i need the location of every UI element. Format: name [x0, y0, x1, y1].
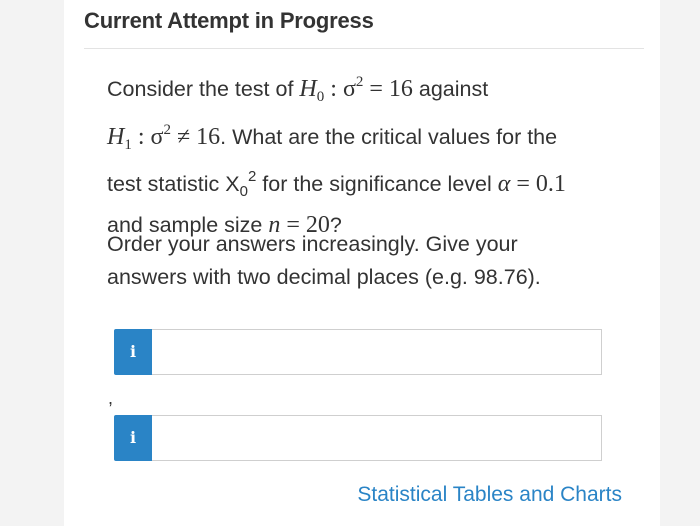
math-equals-value: = 16 [363, 76, 413, 102]
question-text-fragment: Consider the test of [107, 77, 300, 101]
math-subscript: 1 [124, 136, 132, 153]
question-line-3: test statistic X02 for the significance … [107, 161, 627, 209]
instructions-line-2: answers with two decimal places (e.g. 98… [107, 264, 541, 289]
question-text-fragment: test statistic [107, 172, 226, 196]
math-alpha-value: = 0.1 [510, 171, 566, 197]
question-line-1: Consider the test of H0 : σ2 = 16 agains… [107, 66, 627, 114]
math-alpha: α [497, 171, 511, 197]
math-h0: H [299, 76, 317, 102]
instructions-text: Order your answers increasingly. Give yo… [107, 228, 627, 293]
info-icon[interactable]: i [114, 415, 152, 461]
answer-row-2: i [114, 415, 604, 461]
math-h1: H [107, 123, 125, 150]
answer-row-1: i [114, 329, 604, 375]
math-sigma: σ [342, 76, 356, 102]
math-sigma: σ [150, 123, 164, 150]
question-text-fragment: against [412, 77, 489, 101]
math-colon: : [131, 123, 151, 150]
question-line-2: H1 : σ2 ≠ 16. What are the critical valu… [107, 114, 627, 162]
question-card: Current Attempt in Progress Consider the… [64, 0, 660, 526]
math-not-equal-value: ≠ 16 [170, 123, 221, 150]
question-text: Consider the test of H0 : σ2 = 16 agains… [107, 66, 627, 241]
answer-input-1[interactable] [152, 329, 602, 375]
instructions-line-1: Order your answers increasingly. Give yo… [107, 232, 518, 256]
divider [84, 48, 644, 49]
question-text-fragment: for the significance level [256, 172, 498, 196]
page-title: Current Attempt in Progress [84, 8, 374, 33]
math-subscript: 0 [239, 183, 248, 200]
answer-input-2[interactable] [152, 415, 602, 461]
statistical-tables-link[interactable]: Statistical Tables and Charts [357, 483, 622, 507]
answer-separator: , [108, 388, 114, 408]
math-x: X [225, 172, 240, 196]
math-colon: : [324, 76, 343, 102]
question-text-fragment: . What are the critical values for the [220, 124, 558, 149]
info-icon[interactable]: i [114, 329, 152, 375]
math-superscript: 2 [163, 121, 171, 138]
